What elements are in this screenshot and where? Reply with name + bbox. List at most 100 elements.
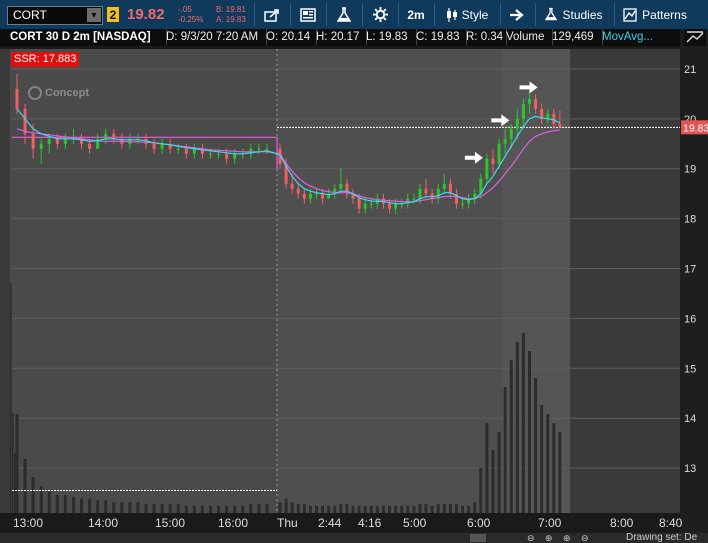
volume-bar xyxy=(302,504,306,513)
logo-icon xyxy=(28,86,42,100)
candle-body xyxy=(23,108,27,134)
movavg-label[interactable]: MovAvg... xyxy=(598,29,676,45)
symbol-input[interactable]: CORT ▼ xyxy=(7,6,103,25)
price-chart[interactable]: 13141516171819202119.83 xyxy=(0,46,708,543)
scroll-handle[interactable] xyxy=(470,534,486,542)
volume-bar xyxy=(381,505,385,513)
zoom-fit-button[interactable]: ⊖ xyxy=(581,533,589,543)
drawing-set-label[interactable]: Drawing set: De xyxy=(626,533,697,543)
volume-bar xyxy=(467,505,471,513)
settings-button[interactable] xyxy=(368,0,392,29)
candle-body xyxy=(39,143,43,149)
volume-bar xyxy=(184,505,188,513)
candle-body xyxy=(47,138,51,144)
share-button[interactable] xyxy=(260,0,284,29)
pattern-icon xyxy=(623,7,637,22)
volume-bar xyxy=(406,505,410,513)
volume-bar xyxy=(479,468,483,513)
volume-bar xyxy=(160,504,164,513)
candle-body xyxy=(302,193,306,199)
flask-button[interactable] xyxy=(332,0,356,29)
volume-bar xyxy=(327,505,331,513)
studies-label: Studies xyxy=(562,7,603,22)
style-button[interactable]: Style xyxy=(438,0,496,29)
volume-bar xyxy=(120,502,124,513)
candle-body xyxy=(388,203,392,209)
arrow-right-button[interactable] xyxy=(505,0,529,29)
news-icon xyxy=(300,7,316,22)
link-badge[interactable]: 2 xyxy=(107,7,119,22)
watermark-text: Concept xyxy=(45,87,89,99)
chart-options-button[interactable] xyxy=(684,29,706,46)
gear-icon xyxy=(372,7,388,22)
candle-body xyxy=(485,158,489,179)
interval-button[interactable]: 2m xyxy=(402,0,430,29)
candle-body xyxy=(461,203,465,205)
volume-bar xyxy=(265,504,269,513)
bar-high: H: 20.17 xyxy=(312,29,367,45)
candle-body xyxy=(412,198,416,200)
volume-bar xyxy=(144,504,148,513)
bid-price: B: 19.81 xyxy=(216,5,246,14)
volume-bar xyxy=(55,495,59,513)
volume-bar xyxy=(442,504,446,513)
candlestick-icon xyxy=(446,7,457,22)
candle-body xyxy=(552,113,556,124)
y-tick-label: 15 xyxy=(684,363,696,375)
candle-body xyxy=(290,183,294,189)
candle-body xyxy=(88,143,92,149)
change-percent: -0.25% xyxy=(178,15,204,24)
candle-body xyxy=(515,118,519,129)
volume-bar xyxy=(47,491,51,513)
chevron-down-icon[interactable]: ▼ xyxy=(87,8,101,22)
volume-bar xyxy=(10,283,12,513)
x-tick-label: 6:00 xyxy=(467,516,491,530)
patterns-button[interactable]: Patterns xyxy=(620,0,690,29)
x-tick-label: 8:00 xyxy=(610,516,634,530)
toolbar-divider xyxy=(434,3,435,26)
volume-bar xyxy=(394,505,398,513)
candle-body xyxy=(497,143,501,164)
volume-bar xyxy=(351,505,355,513)
volume-bar xyxy=(436,504,440,513)
volume-bar xyxy=(503,387,507,513)
share-icon xyxy=(264,8,279,22)
volume-bar xyxy=(31,477,35,513)
volume-bar xyxy=(461,505,465,513)
style-label: Style xyxy=(461,7,489,22)
volume-bar xyxy=(104,500,108,513)
volume-bar xyxy=(369,505,373,513)
zoom-in-button[interactable]: ⊕ xyxy=(545,533,553,543)
news-button[interactable] xyxy=(296,0,320,29)
volume-bar xyxy=(278,502,282,513)
candle-body xyxy=(315,193,319,195)
x-tick-label: 8:40 xyxy=(659,516,683,530)
volume-bar xyxy=(345,504,349,513)
candle-body xyxy=(160,143,164,149)
candle-body xyxy=(31,133,35,149)
volume-bar xyxy=(509,360,513,513)
change-value: -.05 xyxy=(178,5,192,14)
volume-bar xyxy=(454,504,458,513)
volume-bar xyxy=(375,505,379,513)
volume-value: 129,469 xyxy=(548,29,603,45)
x-tick-label: 7:00 xyxy=(538,516,562,530)
y-tick-label: 14 xyxy=(684,413,696,425)
x-tick-label: 2:44 xyxy=(318,516,342,530)
candle-body xyxy=(257,148,261,150)
bar-close: C: 19.83 xyxy=(412,29,467,45)
zoom-reset-button[interactable]: ⊕ xyxy=(563,533,571,543)
studies-button[interactable]: Studies xyxy=(540,0,608,29)
volume-bar xyxy=(96,500,100,513)
volume-bar xyxy=(418,504,422,513)
zoom-out-button[interactable]: ⊖ xyxy=(527,533,535,543)
chart-info-header: CORT 30 D 2m [NASDAQ] D: 9/3/20 7:20 AM … xyxy=(0,29,680,46)
toolbar-divider xyxy=(362,3,363,26)
status-bar: ⊖ ⊕ ⊕ ⊖ Drawing set: De xyxy=(0,533,708,543)
volume-bar xyxy=(424,504,428,513)
ask-price: A: 19.83 xyxy=(216,15,246,24)
volume-bar xyxy=(241,505,245,513)
volume-bar xyxy=(333,505,337,513)
flask-icon xyxy=(337,6,351,22)
volume-bar xyxy=(80,498,83,513)
